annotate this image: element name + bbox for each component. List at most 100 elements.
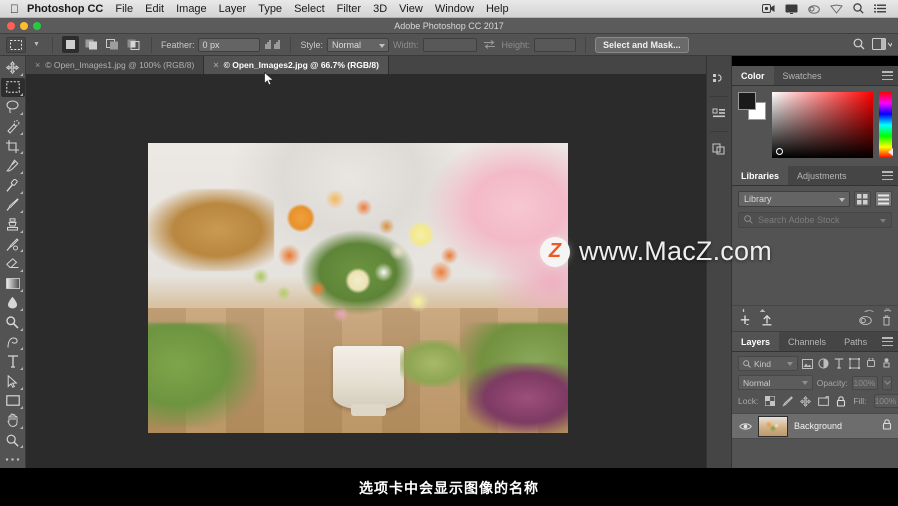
panel-menu-icon[interactable] <box>882 71 893 80</box>
tab-paths[interactable]: Paths <box>835 332 876 351</box>
menu-item-layer[interactable]: Layer <box>219 3 247 15</box>
type-tool[interactable] <box>1 352 25 372</box>
canvas-image[interactable] <box>148 143 568 433</box>
eyedropper-tool[interactable] <box>1 156 25 176</box>
tab-layers[interactable]: Layers <box>732 332 780 351</box>
spotlight-search-icon[interactable] <box>853 3 864 14</box>
menu-item-select[interactable]: Select <box>294 3 325 15</box>
add-to-selection-button[interactable] <box>82 36 100 53</box>
filter-image-icon[interactable] <box>802 356 814 371</box>
adobe-stock-search-input[interactable]: Search Adobe Stock <box>738 212 892 228</box>
color-ramp-field[interactable] <box>772 92 873 158</box>
move-tool[interactable] <box>1 58 25 78</box>
lock-all-icon[interactable] <box>836 395 846 407</box>
layer-thumbnail[interactable] <box>758 415 788 437</box>
tab-swatches[interactable]: Swatches <box>774 66 831 85</box>
fill-value[interactable]: 100% <box>873 394 898 408</box>
add-layer-icon[interactable] <box>739 313 751 331</box>
actions-panel-icon[interactable] <box>708 136 730 162</box>
rectangle-tool[interactable] <box>1 391 25 411</box>
crop-tool[interactable] <box>1 136 25 156</box>
rectangular-marquee-tool[interactable] <box>0 77 25 98</box>
panel-menu-icon[interactable] <box>882 171 893 180</box>
history-panel-icon[interactable] <box>708 66 730 92</box>
filter-type-icon[interactable] <box>833 356 845 371</box>
tab-adjustments[interactable]: Adjustments <box>788 166 856 185</box>
quick-selection-tool[interactable] <box>1 117 25 137</box>
opacity-value[interactable]: 100% <box>851 375 879 390</box>
menu-item-type[interactable]: Type <box>258 3 282 15</box>
libraries-content-area[interactable] <box>732 233 898 305</box>
close-button[interactable] <box>7 22 15 30</box>
tab-libraries[interactable]: Libraries <box>732 166 789 185</box>
hand-tool[interactable] <box>1 411 25 431</box>
display-icon[interactable] <box>785 4 798 14</box>
lock-icon[interactable] <box>882 417 892 435</box>
style-select[interactable]: Normal <box>326 37 389 52</box>
history-brush-tool[interactable] <box>1 234 25 254</box>
zoom-tool[interactable] <box>1 430 25 450</box>
dodge-tool[interactable] <box>1 313 25 333</box>
brush-tool[interactable] <box>1 195 25 215</box>
menu-item-edit[interactable]: Edit <box>145 3 164 15</box>
tab-color[interactable]: Color <box>732 66 774 85</box>
filter-shape-icon[interactable] <box>849 356 861 371</box>
menu-item-filter[interactable]: Filter <box>337 3 361 15</box>
layer-name[interactable]: Background <box>794 421 876 431</box>
eraser-tool[interactable] <box>1 254 25 274</box>
document-tab-open-images2[interactable]: × © Open_Images2.jpg @ 66.7% (RGB/8) <box>204 56 389 74</box>
foreground-color-chip[interactable] <box>738 92 756 110</box>
hue-slider[interactable] <box>879 92 893 158</box>
link-layers-icon[interactable] <box>859 313 872 331</box>
menu-item-help[interactable]: Help <box>486 3 509 15</box>
select-and-mask-button[interactable]: Select and Mask... <box>595 36 689 53</box>
panel-menu-icon[interactable] <box>882 337 893 346</box>
path-selection-tool[interactable] <box>1 372 25 392</box>
dropbox-icon[interactable] <box>830 3 843 14</box>
width-input[interactable] <box>422 37 477 52</box>
document-tab-open-images1[interactable]: × © Open_Images1.jpg @ 100% (RGB/8) <box>26 56 205 74</box>
layer-row-background[interactable]: Background <box>732 413 898 439</box>
chevron-down-icon[interactable] <box>880 219 886 223</box>
filter-smart-icon[interactable] <box>865 356 877 371</box>
creative-cloud-icon[interactable] <box>808 4 820 14</box>
delete-layer-icon[interactable] <box>882 313 891 331</box>
eye-icon[interactable] <box>738 422 752 431</box>
document-canvas-area[interactable] <box>26 75 706 487</box>
search-icon[interactable] <box>853 38 865 52</box>
spot-healing-brush-tool[interactable] <box>1 176 25 196</box>
subtract-from-selection-button[interactable] <box>103 36 121 53</box>
filter-toggle-icon[interactable] <box>880 356 892 371</box>
menu-item-image[interactable]: Image <box>176 3 207 15</box>
feather-input[interactable]: 0 px <box>198 37 261 52</box>
lock-position-icon[interactable] <box>800 395 812 407</box>
new-selection-button[interactable] <box>61 36 79 53</box>
lock-transparent-icon[interactable] <box>765 396 776 406</box>
close-icon[interactable]: × <box>213 60 218 70</box>
blur-tool[interactable] <box>1 293 25 313</box>
apple-icon[interactable]:  <box>10 3 19 15</box>
color-picker-marker[interactable] <box>776 148 783 155</box>
height-input[interactable] <box>534 37 577 52</box>
tab-channels[interactable]: Channels <box>779 332 835 351</box>
lock-image-icon[interactable] <box>782 395 794 407</box>
grid-view-icon[interactable] <box>854 191 871 207</box>
menu-item-3d[interactable]: 3D <box>373 3 387 15</box>
workspace-switcher-icon[interactable] <box>872 37 893 52</box>
swap-dimensions-icon[interactable] <box>480 36 498 53</box>
filter-adjustment-icon[interactable] <box>818 356 830 371</box>
upload-layer-icon[interactable] <box>761 313 773 331</box>
menu-item-window[interactable]: Window <box>435 3 474 15</box>
active-tool-preview[interactable] <box>6 36 26 53</box>
pen-tool[interactable] <box>1 332 25 352</box>
opacity-stepper-chevron-down-icon[interactable] <box>882 375 892 390</box>
lock-artboard-icon[interactable] <box>818 396 830 406</box>
color-panel-swatches[interactable] <box>738 92 766 120</box>
menu-item-view[interactable]: View <box>399 3 423 15</box>
clone-stamp-tool[interactable] <box>1 215 25 235</box>
intersect-selection-button[interactable] <box>124 36 142 53</box>
edit-toolbar-ellipsis-icon[interactable] <box>1 450 25 470</box>
list-view-icon[interactable] <box>875 191 892 207</box>
hue-slider-marker[interactable] <box>888 148 893 156</box>
screen-record-icon[interactable] <box>762 4 775 13</box>
